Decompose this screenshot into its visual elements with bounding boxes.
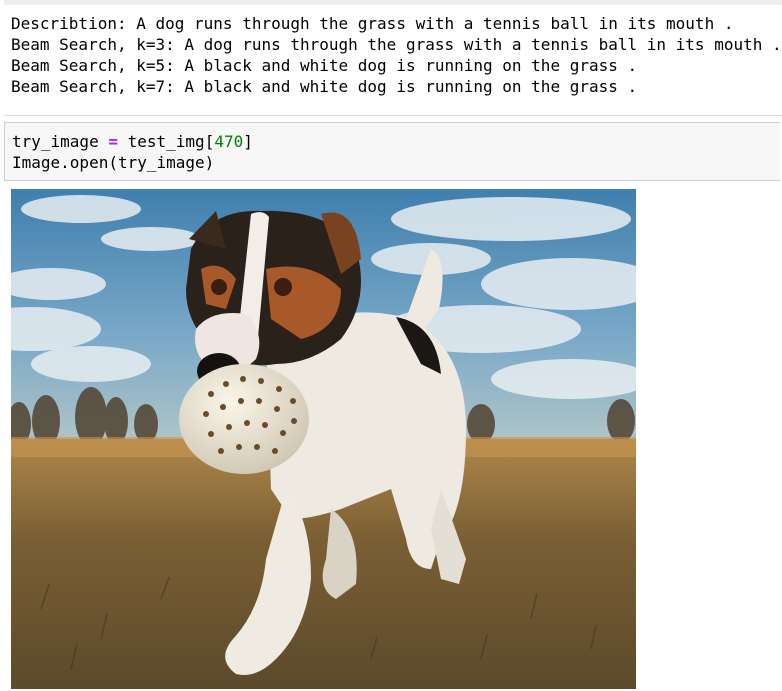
dog-left-eye — [211, 279, 227, 295]
output-line-description: Describtion: A dog runs through the gras… — [11, 14, 734, 33]
ball — [179, 364, 309, 474]
output-line-beam-k3: Beam Search, k=3: A dog runs through the… — [11, 35, 782, 54]
cell-divider — [4, 115, 782, 116]
output-line-beam-k7: Beam Search, k=7: A black and white dog … — [11, 77, 638, 96]
code-line-2[interactable]: Image.open(try_image) — [12, 152, 253, 173]
code-line-1[interactable]: try_image = test_img[470] — [12, 131, 253, 152]
code-variable: try_image — [12, 132, 99, 151]
code-open-bracket: [ — [204, 132, 215, 151]
code-input-cell[interactable]: try_image = test_img[470] Image.open(try_… — [4, 122, 780, 181]
code-expression: test_img — [127, 132, 205, 151]
dog-photo — [11, 189, 636, 689]
dog-right-eye — [274, 278, 292, 296]
output-line-beam-k5: Beam Search, k=5: A black and white dog … — [11, 56, 638, 75]
cell-output: Describtion: A dog runs through the gras… — [11, 13, 782, 97]
code-assign-operator: = — [108, 132, 118, 151]
output-area-top-bar — [4, 0, 782, 5]
code-editor[interactable]: try_image = test_img[470] Image.open(try_… — [12, 131, 253, 173]
code-index-number: 470 — [214, 132, 244, 151]
code-close-bracket: ] — [243, 132, 253, 151]
output-image — [11, 189, 636, 689]
